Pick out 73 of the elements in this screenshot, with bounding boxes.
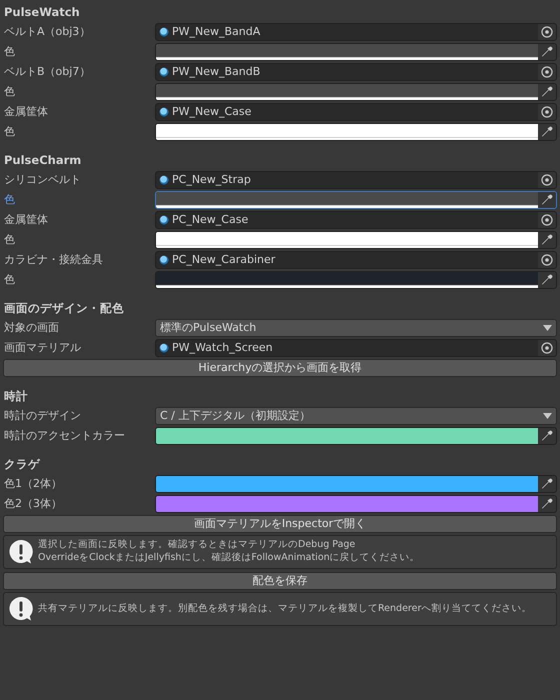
- field-label: カラビナ・接続金具: [3, 252, 104, 268]
- material-icon: [159, 255, 169, 265]
- color-field[interactable]: [155, 495, 557, 513]
- color-field[interactable]: [155, 231, 557, 249]
- color-field[interactable]: [155, 475, 557, 493]
- material-icon: [159, 175, 169, 185]
- field-label: ベルトB（obj7）: [3, 64, 92, 80]
- section-title: PulseWatch: [3, 4, 81, 21]
- section-title: 画面のデザイン・配色: [3, 300, 125, 317]
- section-title: 時計: [3, 388, 29, 405]
- eyedropper-icon[interactable]: [541, 478, 553, 490]
- target-icon[interactable]: [541, 106, 553, 118]
- material-icon: [159, 107, 169, 117]
- material-icon: [159, 343, 169, 353]
- field-label: 時計のアクセントカラー: [3, 428, 126, 444]
- color-field[interactable]: [155, 427, 557, 445]
- target-icon[interactable]: [541, 254, 553, 266]
- object-field[interactable]: PC_New_Case: [155, 211, 557, 229]
- field-label: 色: [3, 272, 16, 288]
- help-text: 選択した画面に反映します。確認するときはマテリアルのDebug Page OverrideをClockまたはJellyfishにし、確認後はFollowAnimationに戻してください。: [38, 539, 420, 565]
- field-label: 色1（2体）: [3, 476, 63, 492]
- field-label: 金属筐体: [3, 212, 49, 228]
- action-button[interactable]: Hierarchyの選択から画面を取得: [3, 359, 557, 377]
- field-label: 色: [3, 232, 16, 248]
- object-field[interactable]: PW_New_BandB: [155, 63, 557, 81]
- object-field[interactable]: PW_New_Case: [155, 103, 557, 121]
- section-title: PulseCharm: [3, 152, 82, 169]
- target-icon[interactable]: [541, 342, 553, 354]
- eyedropper-icon[interactable]: [541, 498, 553, 510]
- eyedropper-icon[interactable]: [541, 274, 553, 286]
- field-label: ベルトA（obj3）: [3, 24, 92, 40]
- field-label: 色2（3体）: [3, 496, 63, 512]
- target-icon[interactable]: [541, 174, 553, 186]
- eyedropper-icon[interactable]: [541, 430, 553, 442]
- field-label: 色: [3, 84, 16, 100]
- field-label: 画面マテリアル: [3, 340, 82, 356]
- dropdown[interactable]: C / 上下デジタル（初期設定）: [155, 407, 557, 425]
- eyedropper-icon[interactable]: [541, 234, 553, 246]
- color-field[interactable]: [155, 83, 557, 101]
- target-icon[interactable]: [541, 66, 553, 78]
- eyedropper-icon[interactable]: [541, 46, 553, 58]
- material-icon: [159, 215, 169, 225]
- object-field[interactable]: PC_New_Strap: [155, 171, 557, 189]
- color-field[interactable]: [155, 271, 557, 289]
- color-field[interactable]: [155, 191, 557, 209]
- field-label: 時計のデザイン: [3, 408, 82, 424]
- object-field[interactable]: PW_Watch_Screen: [155, 339, 557, 357]
- target-icon[interactable]: [541, 214, 553, 226]
- caret-icon: [543, 325, 552, 331]
- material-icon: [159, 67, 169, 77]
- dropdown[interactable]: 標準のPulseWatch: [155, 319, 557, 337]
- field-label: 色: [3, 192, 16, 208]
- field-label: 金属筐体: [3, 104, 49, 120]
- warning-icon: [8, 539, 34, 565]
- caret-icon: [543, 413, 552, 419]
- section-title: クラゲ: [3, 456, 42, 473]
- help-text: 共有マテリアルに反映します。別配色を残す場合は、マテリアルを複製してRendererへ割り当ててください。: [38, 602, 532, 616]
- field-label: シリコンベルト: [3, 172, 82, 188]
- eyedropper-icon[interactable]: [541, 194, 553, 206]
- field-label: 色: [3, 124, 16, 140]
- warning-icon: [8, 596, 34, 622]
- field-label: 色: [3, 44, 16, 60]
- eyedropper-icon[interactable]: [541, 126, 553, 138]
- object-field[interactable]: PW_New_BandA: [155, 23, 557, 41]
- action-button[interactable]: 配色を保存: [3, 572, 557, 590]
- field-label: 対象の画面: [3, 320, 60, 336]
- eyedropper-icon[interactable]: [541, 86, 553, 98]
- color-field[interactable]: [155, 43, 557, 61]
- color-field[interactable]: [155, 123, 557, 141]
- target-icon[interactable]: [541, 26, 553, 38]
- object-field[interactable]: PC_New_Carabiner: [155, 251, 557, 269]
- material-icon: [159, 27, 169, 37]
- action-button[interactable]: 画面マテリアルをInspectorで開く: [3, 515, 557, 533]
